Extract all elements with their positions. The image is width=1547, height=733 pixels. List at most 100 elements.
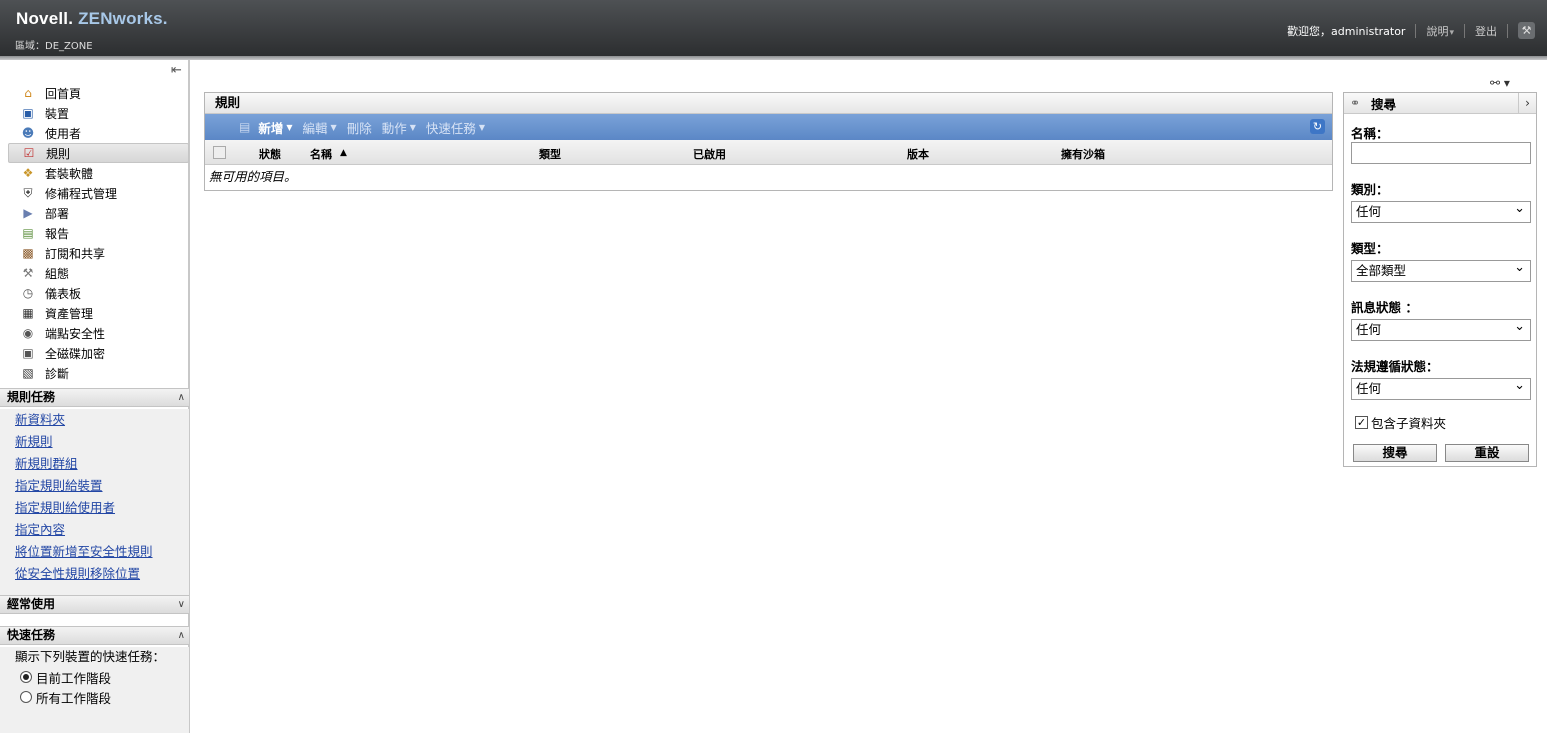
help-menu[interactable]: 說明 (1426, 23, 1454, 39)
radio-all-sessions[interactable]: 所有工作階段 (0, 687, 189, 707)
nav-item-diagnostics[interactable]: ▧ 診斷 (8, 363, 189, 383)
nav-item-bundles[interactable]: ❖ 套裝軟體 (8, 163, 189, 183)
radio-label: 目前工作階段 (36, 670, 112, 686)
quick-tasks-label: 顯示下列裝置的快速任務： (15, 649, 166, 664)
chevron-up-icon[interactable]: ∧ (178, 389, 185, 406)
task-new-policy-group[interactable]: 新規則群組 (0, 453, 189, 475)
frequent-header[interactable]: 經常使用 ∨ (0, 595, 189, 614)
include-subfolders-checkbox[interactable]: ✓ (1355, 416, 1368, 429)
chevron-down-icon[interactable]: ∨ (178, 596, 185, 613)
task-assign-content[interactable]: 指定內容 (0, 519, 189, 541)
refresh-icon[interactable]: ↻ (1310, 119, 1325, 134)
header-actions: 歡迎您，administrator 說明 登出 ⚒ (1287, 22, 1535, 39)
radio-current-session[interactable]: 目前工作階段 (0, 667, 189, 687)
task-new-folder[interactable]: 新資料夾 (0, 409, 189, 431)
nav-item-reports[interactable]: ▤ 報告 (8, 223, 189, 243)
divider (1507, 23, 1508, 38)
zone-label: 區域：DE_ZONE (15, 41, 93, 52)
sort-asc-icon: ▲ (340, 148, 347, 158)
quick-tasks-header[interactable]: 快速任務 ∧ (0, 626, 189, 645)
action-menu-button[interactable]: 動作 ▼ (382, 118, 416, 137)
nav-item-subscriptions[interactable]: ▩ 訂閱和共享 (8, 243, 189, 263)
edit-menu-button[interactable]: 編輯 ▼ (303, 118, 337, 137)
asset-icon: ▦ (22, 306, 34, 320)
caret-down-icon: ▼ (286, 122, 293, 132)
nav-item-asset-management[interactable]: ▦ 資產管理 (8, 303, 189, 323)
nav-item-label: 裝置 (45, 106, 70, 121)
compliance-status-select[interactable]: 任何 (1351, 376, 1531, 400)
nav-item-label: 組態 (45, 266, 70, 281)
col-status[interactable]: 狀態 (259, 146, 281, 162)
section-title: 規則任務 (7, 390, 56, 404)
nav-item-label: 規則 (46, 146, 71, 161)
tools-icon[interactable]: ⚒ (1518, 22, 1535, 39)
message-status-label: 訊息狀態 ： (1351, 300, 1418, 315)
nav-item-configuration[interactable]: ⚒ 組態 (8, 263, 189, 283)
brand-novell: Novell. (16, 9, 74, 28)
nav-item-label: 訂閱和共享 (45, 246, 106, 261)
reset-button[interactable]: 重設 (1445, 444, 1529, 462)
panel-toolbar: ▤ 新增 ▼ 編輯 ▼ 刪除 動作 ▼ 快速任務 ▼ ↻ (205, 114, 1332, 140)
radio-button[interactable] (20, 691, 32, 703)
logout-link[interactable]: 登出 (1475, 23, 1497, 39)
diagnostics-icon: ▧ (22, 366, 34, 380)
search-icon: ⚭ (1350, 95, 1361, 110)
nav-item-label: 回首頁 (45, 86, 82, 101)
new-menu-button[interactable]: 新增 ▼ (258, 118, 292, 137)
report-icon: ▤ (22, 226, 34, 240)
collapse-nav-icon[interactable]: ⇤ (171, 63, 182, 78)
task-assign-to-device[interactable]: 指定規則給裝置 (0, 475, 189, 497)
nav-item-label: 部署 (45, 206, 70, 221)
action-label: 動作 (381, 120, 407, 136)
nav-item-label: 儀表板 (45, 286, 82, 301)
section-title: 經常使用 (7, 597, 56, 611)
home-icon: ⌂ (24, 86, 32, 100)
caret-down-icon: ▼ (330, 122, 337, 132)
category-select[interactable]: 任何 (1351, 199, 1531, 223)
col-sandbox[interactable]: 擁有沙箱 (1061, 146, 1105, 162)
bundle-icon: ❖ (22, 166, 34, 180)
lock-icon: ◉ (22, 326, 34, 340)
task-remove-location[interactable]: 從安全性規則移除位置 (0, 563, 189, 585)
folder-up-icon[interactable]: ▤ (239, 120, 250, 134)
nav-item-deploy[interactable]: ▶ 部署 (8, 203, 189, 223)
nav-item-policies[interactable]: ☑ 規則 (8, 143, 189, 163)
left-nav: ⇤ ⌂ 回首頁 ▣ 裝置 ☻ 使用者 ☑ 規則 ❖ 套裝軟體 ⛨ 修補程式管理 … (0, 60, 190, 733)
nav-item-users[interactable]: ☻ 使用者 (8, 123, 189, 143)
nav-item-patch[interactable]: ⛨ 修補程式管理 (8, 183, 189, 203)
select-all-checkbox[interactable] (213, 146, 226, 159)
quick-tasks-label: 快速任務 (425, 120, 476, 136)
nav-item-dashboard[interactable]: ◷ 儀表板 (8, 283, 189, 303)
quick-tasks-menu-button[interactable]: 快速任務 ▼ (426, 118, 485, 137)
app-header: Novell. ZENworks. 區域：DE_ZONE 歡迎您，adminis… (0, 0, 1547, 56)
new-label: 新增 (258, 120, 284, 136)
task-assign-to-user[interactable]: 指定規則給使用者 (0, 497, 189, 519)
chevron-up-icon[interactable]: ∧ (178, 627, 185, 644)
nav-item-full-disk-encryption[interactable]: ▣ 全磁碟加密 (8, 343, 189, 363)
wrench-icon: ⚒ (22, 266, 34, 280)
col-enabled[interactable]: 已啟用 (693, 146, 726, 162)
task-new-policy[interactable]: 新規則 (0, 431, 189, 453)
col-version[interactable]: 版本 (907, 146, 929, 162)
search-button[interactable]: 搜尋 (1353, 444, 1437, 462)
col-name[interactable]: 名稱 (310, 146, 332, 162)
caret-down-icon: ▼ (478, 122, 486, 132)
name-field[interactable] (1351, 142, 1531, 164)
nav-item-devices[interactable]: ▣ 裝置 (8, 103, 189, 123)
delete-button[interactable]: 刪除 (347, 118, 372, 137)
nav-item-label: 使用者 (45, 126, 82, 141)
col-type[interactable]: 類型 (539, 146, 561, 162)
chevron-right-icon[interactable]: › (1518, 93, 1536, 113)
nav-item-label: 資產管理 (45, 306, 94, 321)
radio-button[interactable] (20, 671, 32, 683)
link-icon[interactable]: ⚯ ▾ (1490, 76, 1510, 90)
nav-item-endpoint-security[interactable]: ◉ 端點安全性 (8, 323, 189, 343)
type-select[interactable]: 全部類型 (1351, 258, 1531, 282)
task-add-location[interactable]: 將位置新增至安全性規則 (0, 541, 189, 563)
include-subfolders-row[interactable]: ✓ 包含子資料夾 (1355, 413, 1446, 432)
message-status-select[interactable]: 任何 (1351, 317, 1531, 341)
quick-tasks-body: 顯示下列裝置的快速任務： 目前工作階段 所有工作階段 (0, 647, 189, 733)
policy-tasks-header[interactable]: 規則任務 ∧ (0, 388, 189, 407)
deploy-icon: ▶ (23, 206, 33, 220)
nav-item-home[interactable]: ⌂ 回首頁 (8, 83, 189, 103)
